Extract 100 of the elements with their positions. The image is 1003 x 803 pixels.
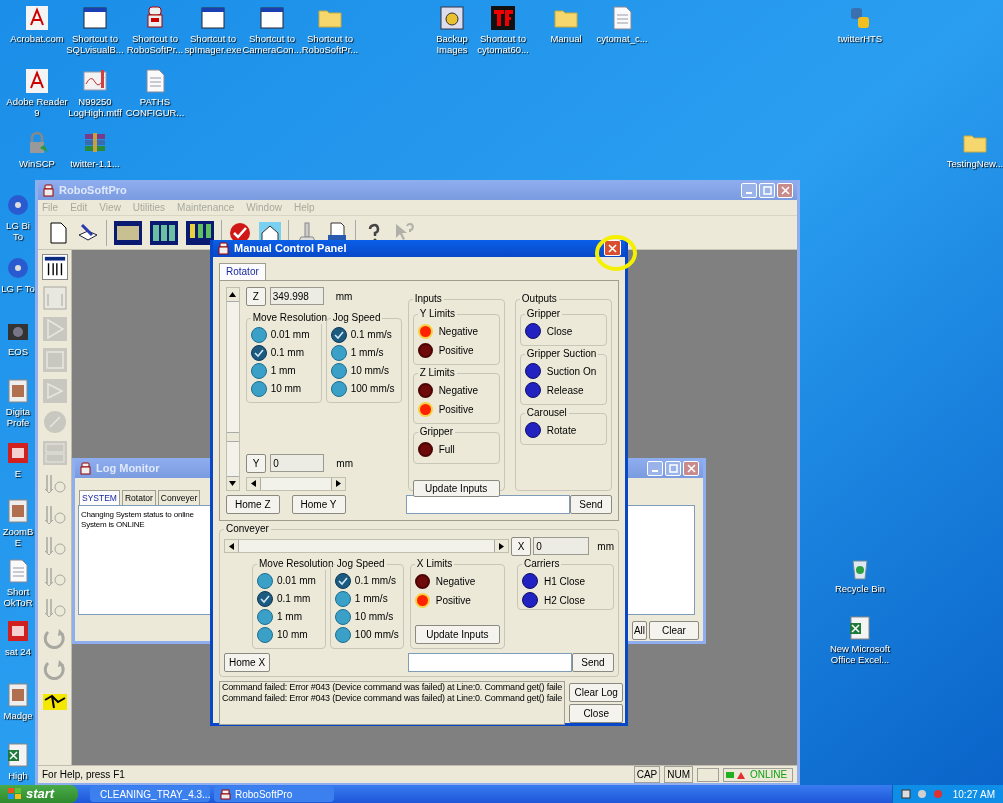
radio-label: 1 mm <box>277 610 302 624</box>
desktop-icon-label[interactable]: LG Bi To <box>1 220 35 242</box>
radio-button[interactable] <box>330 344 347 361</box>
desktop-icon-label[interactable]: Madge <box>3 710 33 721</box>
radio-button[interactable] <box>330 326 347 343</box>
minimize-button[interactable] <box>647 460 663 476</box>
scrollbar-thumb[interactable] <box>227 431 239 442</box>
desktop-icon-label[interactable]: WinSCP <box>19 158 55 169</box>
radio-button[interactable] <box>330 380 347 397</box>
radio-button[interactable] <box>334 608 351 625</box>
push-button[interactable]: X <box>510 536 532 556</box>
push-button[interactable]: Update Inputs <box>414 624 500 644</box>
columns-icon[interactable] <box>149 219 179 246</box>
desktop-icon-label[interactable]: Shortcut to cytomat60... <box>474 33 532 55</box>
desktop-icon-label[interactable]: E <box>14 468 22 479</box>
radio-button[interactable] <box>330 362 347 379</box>
round-output-button[interactable] <box>524 422 541 438</box>
check-icon <box>253 347 264 358</box>
radio-button[interactable] <box>250 344 267 361</box>
radio-button[interactable] <box>257 608 273 625</box>
desktop-icon-label[interactable]: Manual <box>550 33 582 44</box>
desktop-icon-label[interactable]: cytomat_c... <box>596 33 648 44</box>
radio-label: 10 mm/s <box>350 364 389 378</box>
desktop-icon-label[interactable]: ZoomB E <box>1 526 35 548</box>
robot-icon <box>79 461 92 475</box>
push-button[interactable]: Home X <box>224 652 271 672</box>
desktop-icon-label[interactable]: High <box>8 770 28 781</box>
tab[interactable]: Rotator <box>219 262 266 280</box>
vertical-scrollbar[interactable] <box>226 286 240 491</box>
taskbar-button[interactable]: RoboSoftPro <box>214 786 334 802</box>
desktop-icon-label[interactable]: TestingNew... <box>946 158 1003 169</box>
input-field[interactable]: 0 <box>533 537 590 555</box>
app-window-icon <box>5 618 31 644</box>
push-button[interactable]: All <box>632 621 647 640</box>
list-window-icon[interactable] <box>41 254 68 280</box>
radio-button[interactable] <box>257 626 273 643</box>
push-button[interactable]: Send <box>572 652 614 672</box>
check-icon <box>333 329 344 340</box>
maximize-button[interactable] <box>759 182 775 198</box>
desktop-icon-label[interactable]: Digita Profe <box>1 406 35 428</box>
round-output-button[interactable] <box>521 592 538 608</box>
maximize-button[interactable] <box>665 460 681 476</box>
radio-button[interactable] <box>257 590 273 607</box>
horizontal-scrollbar[interactable] <box>245 476 346 491</box>
radio-button[interactable] <box>334 572 351 589</box>
push-button[interactable]: Y <box>245 453 267 473</box>
taskbar-button[interactable]: CLEANING_TRAY_4.3... <box>90 786 210 802</box>
push-button[interactable]: Z <box>245 286 266 306</box>
radio-button[interactable] <box>250 326 267 343</box>
maximize-icon <box>762 185 772 195</box>
robot-icon <box>217 241 230 255</box>
radio-button[interactable] <box>250 362 267 379</box>
horizontal-scrollbar[interactable] <box>224 539 509 553</box>
round-output-button[interactable] <box>521 573 538 589</box>
disc-icon <box>5 255 31 281</box>
panel-window-icon[interactable] <box>113 219 143 246</box>
tray-icon <box>932 789 943 799</box>
push-button[interactable]: Home Y <box>291 494 346 514</box>
start-button[interactable]: start <box>0 785 78 803</box>
minimize-icon <box>652 469 658 472</box>
desktop-icon-label[interactable]: Shortcut to SQLvisualB... <box>64 33 126 55</box>
desktop-icon-label[interactable]: Adobe Reader 9 <box>6 96 68 118</box>
pdf-document-icon <box>24 5 50 31</box>
round-output-button[interactable] <box>524 382 541 398</box>
status-pane <box>697 767 719 782</box>
minimize-button[interactable] <box>741 182 757 198</box>
desktop-icon-label[interactable]: twitter-1.1... <box>70 158 120 169</box>
level-bars-icon[interactable] <box>185 219 215 246</box>
tab[interactable]: SYSTEM <box>79 490 120 505</box>
desktop-icon-label[interactable]: Short OkToR <box>1 586 35 608</box>
tab[interactable]: Conveyer <box>157 490 201 505</box>
desktop-icon-label[interactable]: PATHS CONFIGUR... <box>124 96 186 118</box>
push-button[interactable]: Home Z <box>226 494 280 514</box>
command-field[interactable] <box>408 652 572 672</box>
radio-button[interactable] <box>257 572 273 589</box>
desktop-icon-label[interactable]: Acrobat.com <box>10 33 64 44</box>
app-window-icon <box>5 440 31 466</box>
desktop-icon-label[interactable]: New Microsoft Office Excel... <box>824 643 896 665</box>
input-field[interactable]: 0 <box>270 454 325 472</box>
input-field[interactable]: 349.998 <box>269 287 324 305</box>
radio-button[interactable] <box>334 590 351 607</box>
push-button[interactable]: Send <box>570 494 612 514</box>
desktop-icon-label[interactable]: sat 24 <box>5 646 31 657</box>
log-line: Changing System status to online <box>81 510 194 520</box>
desktop-icon-label[interactable]: EOS <box>7 346 29 357</box>
desktop-icon-label[interactable]: Recycle Bin <box>834 583 886 594</box>
push-button[interactable]: Clear Log <box>569 682 624 702</box>
round-output-button[interactable] <box>524 363 541 379</box>
round-output-button[interactable] <box>524 323 541 339</box>
radio-label: 0.1 mm <box>270 346 304 360</box>
desktop-icon-label[interactable]: twitterHTS <box>837 33 883 44</box>
command-field[interactable] <box>406 494 570 514</box>
desktop-icon-label[interactable]: Shortcut to CameraCon... <box>241 33 303 55</box>
tab[interactable]: Rotator <box>121 490 156 505</box>
desktop-icon-label[interactable]: LG F To <box>1 283 35 294</box>
close-button[interactable] <box>604 240 621 257</box>
push-button[interactable]: Clear <box>649 621 699 640</box>
radio-button[interactable] <box>250 380 267 397</box>
push-button[interactable]: Close <box>569 703 624 723</box>
radio-button[interactable] <box>334 626 351 643</box>
